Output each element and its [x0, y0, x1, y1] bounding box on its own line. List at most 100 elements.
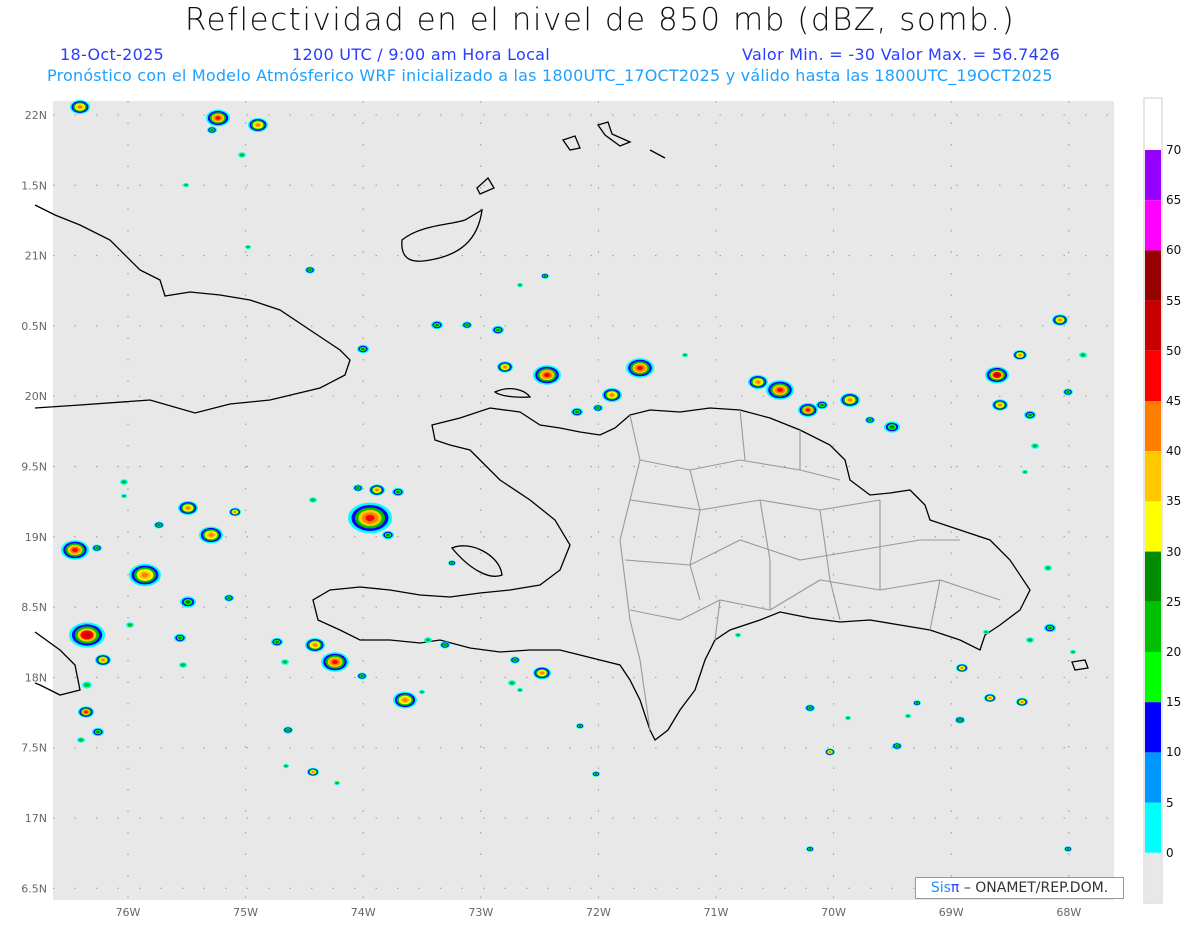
storm-cell	[61, 540, 89, 560]
colorbar-label: 60	[1166, 243, 1182, 258]
reflectivity-contour	[311, 771, 315, 773]
storm-cell	[1026, 637, 1034, 643]
reflectivity-contour	[509, 681, 515, 685]
colorbar-swatch	[1145, 652, 1161, 703]
credit-org: – ONAMET/REP.DOM.	[963, 880, 1109, 896]
colorbar-label: 0	[1166, 845, 1174, 860]
reflectivity-contour	[78, 738, 84, 742]
colorbar	[1145, 150, 1161, 853]
lat-tick-label: 21N	[25, 250, 47, 263]
reflectivity-contour	[335, 781, 339, 785]
reflectivity-contour	[184, 183, 188, 187]
storm-cell	[180, 596, 196, 608]
storm-cell	[517, 687, 523, 693]
reflectivity-contour	[255, 123, 261, 127]
storm-cell	[840, 393, 860, 407]
reflectivity-contour	[575, 410, 579, 414]
colorbar-label: 40	[1166, 444, 1182, 459]
storm-cell	[283, 726, 293, 734]
lat-tick-label: 8.5N	[21, 601, 47, 614]
lon-tick-label: 71W	[704, 906, 729, 919]
reflectivity-contour	[96, 730, 100, 734]
storm-cell	[174, 633, 186, 643]
reflectivity-contour	[609, 393, 615, 397]
reflectivity-contour	[518, 283, 522, 287]
reflectivity-contour	[755, 380, 761, 384]
storm-cell	[533, 666, 551, 680]
storm-cell	[206, 109, 230, 127]
lon-tick-label: 75W	[233, 906, 258, 919]
storm-cell	[533, 365, 561, 385]
storm-cell	[1013, 350, 1027, 360]
storm-cell	[845, 715, 851, 721]
storm-cell	[431, 320, 443, 330]
credit-sis: Sis	[930, 880, 951, 896]
reflectivity-contour	[375, 488, 379, 492]
reflectivity-contour	[185, 506, 191, 510]
reflectivity-contour	[1018, 353, 1022, 357]
colorbar-swatch	[1145, 300, 1161, 351]
storm-cell	[1064, 846, 1072, 852]
reflectivity-contour	[1020, 701, 1024, 703]
lat-tick-label: 17N	[25, 812, 47, 825]
reflectivity-contour	[736, 633, 740, 637]
lat-tick-label: 0.5N	[21, 320, 47, 333]
lat-tick-label: 18N	[25, 671, 47, 684]
colorbar-label: 65	[1166, 193, 1182, 208]
storm-cell	[626, 358, 654, 378]
reflectivity-contour	[365, 514, 375, 522]
colorbar-swatch	[1145, 350, 1161, 401]
reflectivity-contour	[518, 688, 522, 692]
storm-cell	[576, 723, 584, 729]
storm-cell	[224, 594, 234, 602]
reflectivity-contour	[960, 667, 964, 669]
reflectivity-contour	[127, 623, 133, 627]
colorbar-swatch	[1145, 150, 1161, 201]
reflectivity-contour	[820, 403, 824, 407]
reflectivity-contour	[895, 744, 899, 748]
storm-cell	[462, 321, 472, 329]
storm-cell	[497, 361, 513, 373]
reflectivity-contour	[308, 268, 312, 272]
reflectivity-contour	[332, 659, 338, 665]
storm-cell	[271, 637, 283, 647]
colorbar-swatch	[1145, 200, 1161, 251]
storm-cell	[392, 487, 404, 497]
lat-tick-label: 7.5N	[21, 742, 47, 755]
storm-cell	[70, 100, 90, 114]
storm-cell	[245, 244, 251, 250]
reflectivity-contour	[157, 523, 161, 527]
reflectivity-contour	[356, 486, 360, 490]
storm-cell	[238, 152, 246, 158]
reflectivity-contour	[420, 690, 424, 694]
colorbar-swatch	[1145, 501, 1161, 552]
map-background	[53, 101, 1114, 900]
reflectivity-contour	[233, 511, 237, 513]
storm-cell	[448, 560, 456, 566]
lat-tick-label: 1.5N	[21, 179, 47, 192]
storm-cell	[602, 388, 622, 402]
reflectivity-contour	[1080, 353, 1086, 357]
storm-cell	[348, 502, 392, 534]
storm-cell	[1052, 314, 1068, 326]
storm-cell	[353, 484, 363, 492]
colorbar-swatch	[1145, 551, 1161, 602]
reflectivity-contour	[958, 718, 962, 722]
storm-cell	[884, 421, 900, 433]
storm-cell	[766, 380, 794, 400]
reflectivity-contour	[185, 600, 191, 604]
storm-cell	[984, 693, 996, 703]
reflectivity-contour	[208, 533, 214, 537]
reflectivity-contour	[540, 671, 544, 675]
colorbar-label: 10	[1166, 745, 1182, 760]
reflectivity-contour	[141, 572, 149, 578]
reflectivity-contour	[178, 636, 182, 640]
storm-cell	[207, 126, 217, 134]
storm-cell	[92, 727, 104, 737]
lon-tick-label: 72W	[586, 906, 611, 919]
storm-cell	[1044, 565, 1052, 571]
storm-cell	[816, 400, 828, 410]
reflectivity-contour	[847, 398, 853, 402]
reflectivity-contour	[805, 408, 811, 412]
storm-cell	[682, 352, 688, 358]
